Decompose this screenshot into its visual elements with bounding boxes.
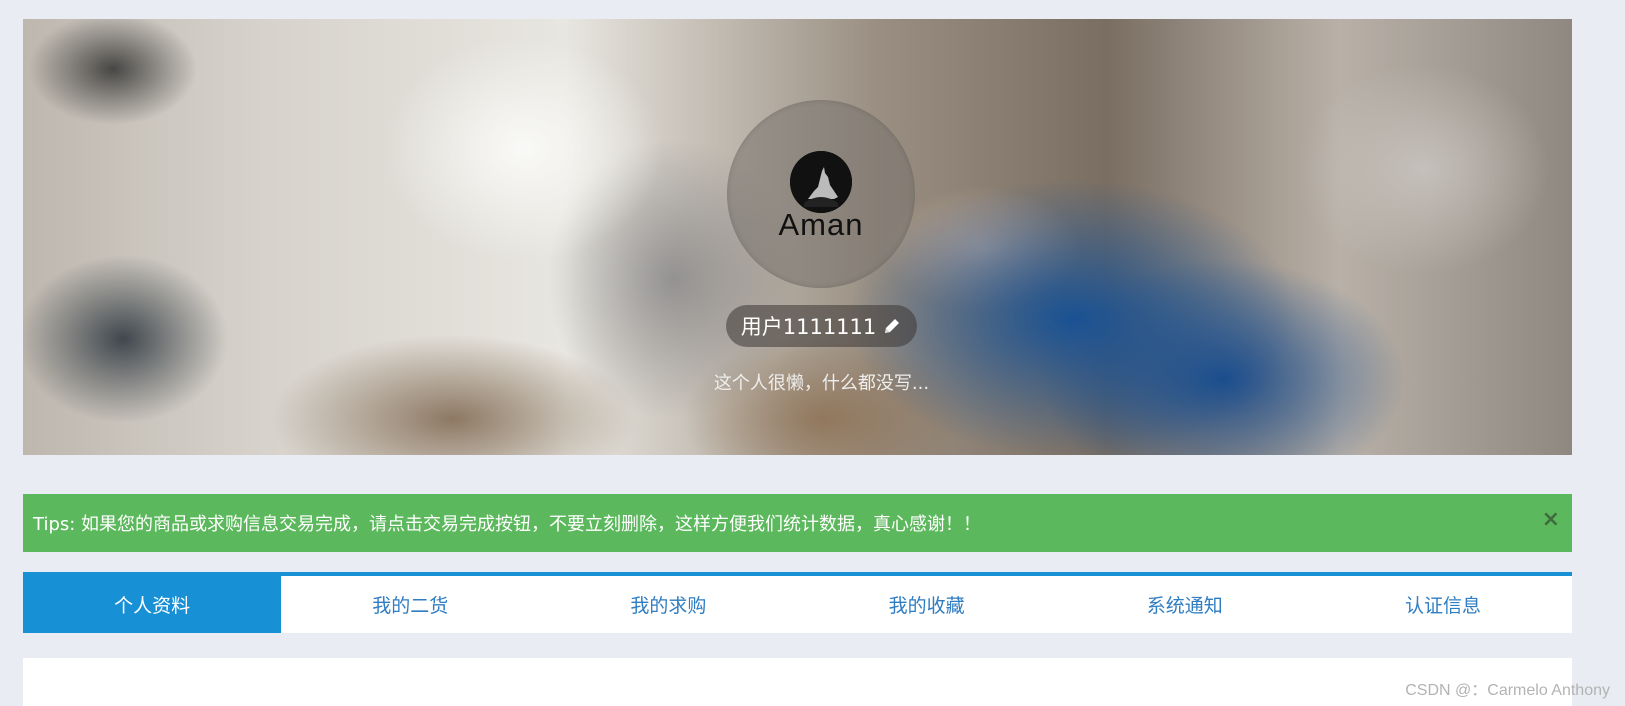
username: 用户1111111 [740,315,877,339]
tab-verification[interactable]: 认证信息 [1314,576,1572,633]
tab-my-favorites[interactable]: 我的收藏 [798,576,1056,633]
avatar-text: Aman [778,207,864,242]
page: Aman 用户1111111 这个人很懒，什么都没写... Tips: 如果您的… [0,0,1625,706]
tab-profile[interactable]: 个人资料 [23,576,282,633]
content-panel [23,658,1572,706]
tab-my-items[interactable]: 我的二货 [281,576,539,633]
wolf-logo-icon [790,151,852,213]
username-pill[interactable]: 用户1111111 [726,305,917,347]
close-icon[interactable]: × [1542,509,1560,531]
profile-banner: Aman 用户1111111 这个人很懒，什么都没写... [23,19,1572,455]
user-bio: 这个人很懒，什么都没写... [713,373,930,394]
tab-my-requests[interactable]: 我的求购 [539,576,797,633]
tips-alert: Tips: 如果您的商品或求购信息交易完成，请点击交易完成按钮，不要立刻删除，这… [23,494,1572,552]
tips-text: Tips: 如果您的商品或求购信息交易完成，请点击交易完成按钮，不要立刻删除，这… [33,514,982,535]
tab-system-notifications[interactable]: 系统通知 [1056,576,1314,633]
profile-tabs: 个人资料 我的二货 我的求购 我的收藏 系统通知 认证信息 [23,572,1572,633]
pencil-icon[interactable] [882,316,902,336]
watermark: CSDN @：Carmelo Anthony [1405,682,1610,699]
